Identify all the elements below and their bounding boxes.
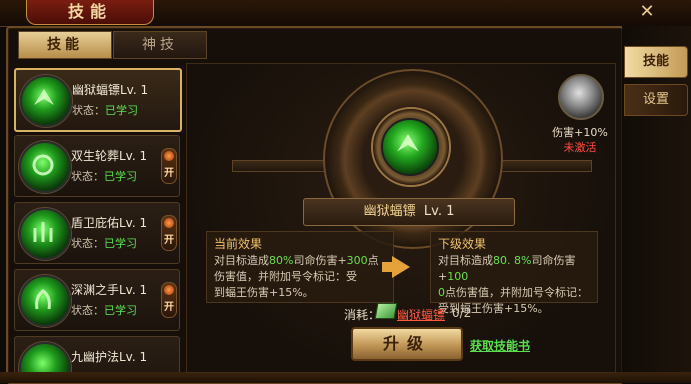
cost-item-link[interactable]: 幽狱蝠镖 [397, 306, 445, 323]
auto-cast-toggle[interactable]: 开 [161, 215, 177, 251]
skill-name: 幽狱蝠镖Lv. 1 [72, 83, 149, 97]
skill-icon [19, 208, 71, 260]
skill-item-selected[interactable]: 幽狱蝠镖Lv. 1 状态：已学习 [14, 68, 182, 132]
auto-cast-toggle[interactable]: 开 [161, 282, 177, 318]
upgrade-button[interactable]: 升级 [351, 327, 463, 361]
selected-skill-icon [381, 118, 439, 176]
bottom-border [0, 372, 691, 383]
window-title: 技能 [26, 0, 154, 25]
skill-item[interactable]: 双生轮葬Lv. 1 状态：已学习 开 [14, 135, 180, 197]
skill-name-plate: 幽狱蝠镖 Lv. 1 [303, 198, 515, 226]
skill-icon [19, 342, 71, 372]
cost-count: 0/2 [452, 306, 472, 320]
skill-name: 深渊之手Lv. 1 [71, 283, 148, 297]
close-icon[interactable]: ✕ [636, 2, 658, 22]
passive-bonus-icon[interactable] [558, 74, 604, 120]
tab-skills[interactable]: 技能 [18, 31, 112, 59]
next-effect-line: 0点伤害值，并附加号令标记： [438, 286, 588, 299]
side-tab-settings[interactable]: 设置 [624, 84, 688, 116]
skill-list[interactable]: 幽狱蝠镖Lv. 1 状态：已学习 双生轮葬Lv. 1 状态：已学习 开 盾卫庇佑… [12, 63, 182, 372]
skill-status: 状态：已学习 [71, 170, 137, 183]
passive-damage-text: 伤害+10% [552, 126, 608, 139]
next-effect-box: 下级效果 对目标造成80. 8%司命伤害+100 0点伤害值，并附加号令标记： … [430, 231, 598, 315]
current-effect-title: 当前效果 [214, 237, 263, 251]
auto-cast-toggle[interactable]: 开 [161, 148, 177, 184]
arrow-right-icon [392, 256, 410, 278]
next-effect-title: 下级效果 [438, 237, 487, 251]
skill-icon [20, 75, 72, 127]
skill-item[interactable]: 深渊之手Lv. 1 状态：已学习 开 [14, 269, 180, 331]
side-tab-skills[interactable]: 技能 [624, 46, 688, 78]
skill-item[interactable]: 九幽护法Lv. 1 [14, 336, 180, 372]
skill-status: 状态：已学习 [71, 237, 137, 250]
tab-divine-skills[interactable]: 神技 [113, 31, 207, 59]
skill-name: 双生轮葬Lv. 1 [71, 149, 148, 163]
current-effect-line: 到蝠王伤害+15%。 [214, 286, 314, 299]
next-effect-line: 对目标造成80. 8%司命伤害+100 [438, 254, 576, 283]
skill-icon [19, 275, 71, 327]
skill-name: 盾卫庇佑Lv. 1 [71, 216, 148, 230]
current-effect-box: 当前效果 对目标造成80%司命伤害+300点 伤害值，并附加号令标记：受 到蝠王… [206, 231, 394, 303]
skill-book-icon [374, 303, 398, 319]
ornament-right [496, 160, 592, 172]
current-effect-line: 伤害值，并附加号令标记：受 [214, 270, 357, 283]
skill-status: 状态：已学习 [71, 304, 137, 317]
skill-icon [19, 141, 71, 193]
get-skill-book-link[interactable]: 获取技能书 [470, 337, 530, 354]
ornament-left [232, 160, 328, 172]
skill-item[interactable]: 盾卫庇佑Lv. 1 状态：已学习 开 [14, 202, 180, 264]
skill-name: 九幽护法Lv. 1 [71, 350, 148, 364]
skill-status: 状态：已学习 [72, 104, 138, 117]
passive-state-text: 未激活 [563, 141, 597, 154]
current-effect-line: 对目标造成80%司命伤害+300点 [214, 254, 379, 267]
